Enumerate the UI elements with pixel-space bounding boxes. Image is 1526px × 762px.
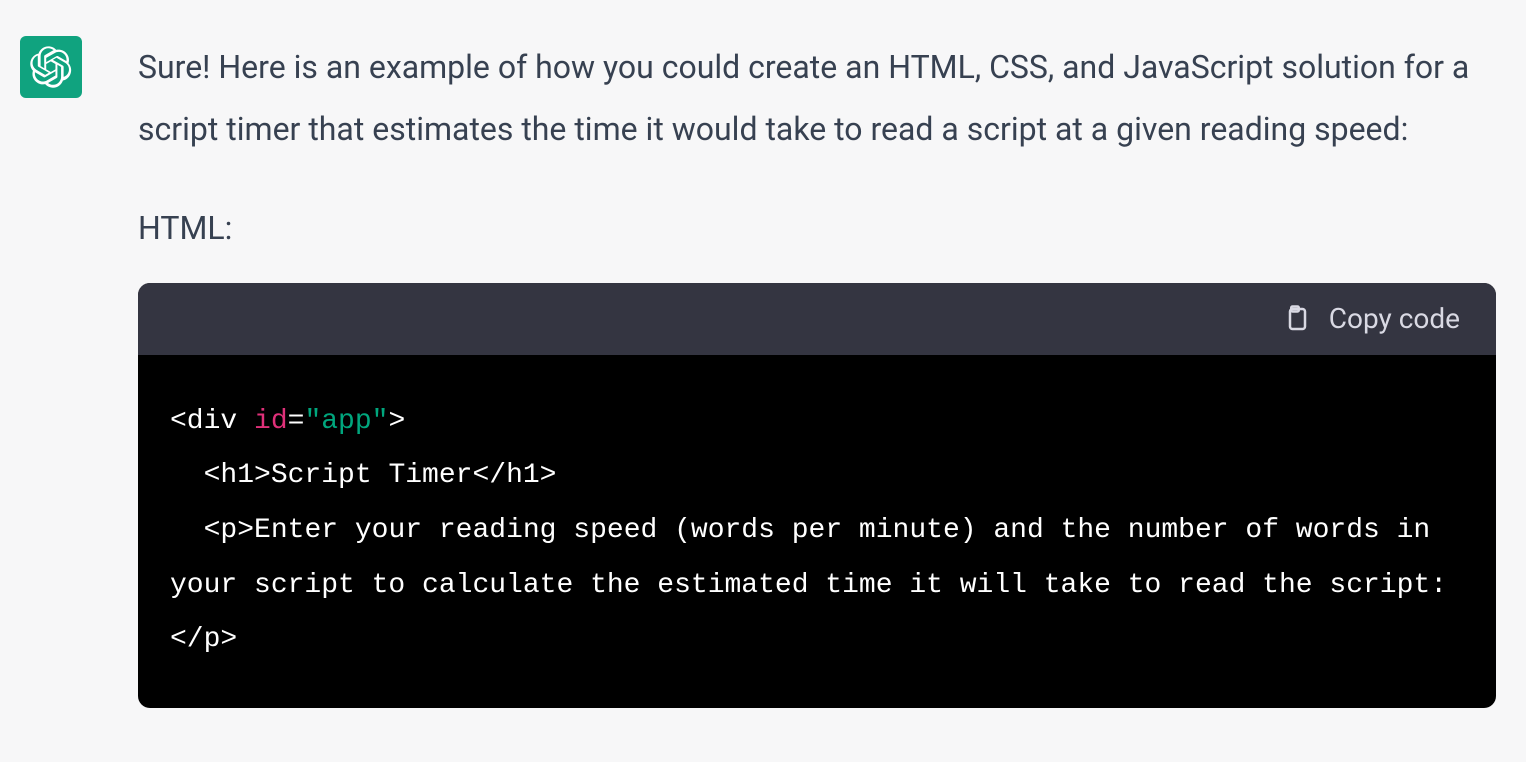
code-section-label: HTML: xyxy=(138,209,1496,247)
message-content: Sure! Here is an example of how you coul… xyxy=(138,36,1506,708)
chat-message: Sure! Here is an example of how you coul… xyxy=(0,0,1526,708)
copy-code-button[interactable]: Copy code xyxy=(1329,302,1460,335)
assistant-avatar xyxy=(20,36,82,98)
code-block: Copy code <div id="app"> <h1>Script Time… xyxy=(138,283,1496,708)
code-token: </p> xyxy=(170,624,237,655)
code-token: > xyxy=(388,406,405,437)
code-token xyxy=(170,460,204,491)
clipboard-icon[interactable] xyxy=(1279,303,1311,335)
code-content: <div id="app"> <h1>Script Timer</h1> <p>… xyxy=(138,355,1496,708)
code-token: id xyxy=(254,406,288,437)
code-token: <div xyxy=(170,406,254,437)
code-token: <p> xyxy=(204,515,254,546)
code-token: </h1> xyxy=(472,460,556,491)
code-token: <h1> xyxy=(204,460,271,491)
code-token: = xyxy=(288,406,305,437)
code-token: "app" xyxy=(304,406,388,437)
message-text: Sure! Here is an example of how you coul… xyxy=(138,36,1496,161)
code-token: Enter your reading speed (words per minu… xyxy=(170,515,1447,601)
code-token: Script Timer xyxy=(271,460,473,491)
code-token xyxy=(170,515,204,546)
openai-logo-icon xyxy=(30,46,72,88)
code-header: Copy code xyxy=(138,283,1496,355)
